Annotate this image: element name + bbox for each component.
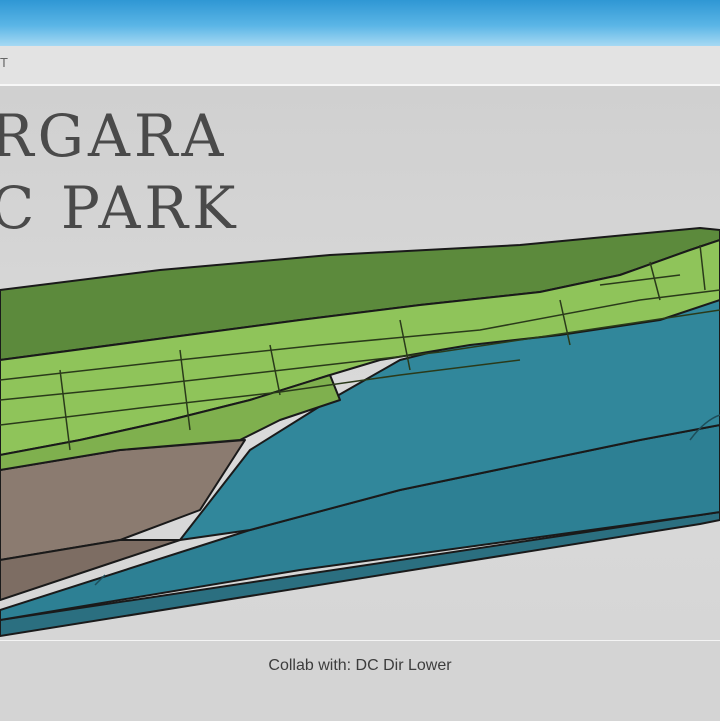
caption-band xyxy=(0,640,720,721)
collab-caption: Collab with: DC Dir Lower xyxy=(268,657,452,674)
terrain-model-illustration xyxy=(0,227,720,637)
